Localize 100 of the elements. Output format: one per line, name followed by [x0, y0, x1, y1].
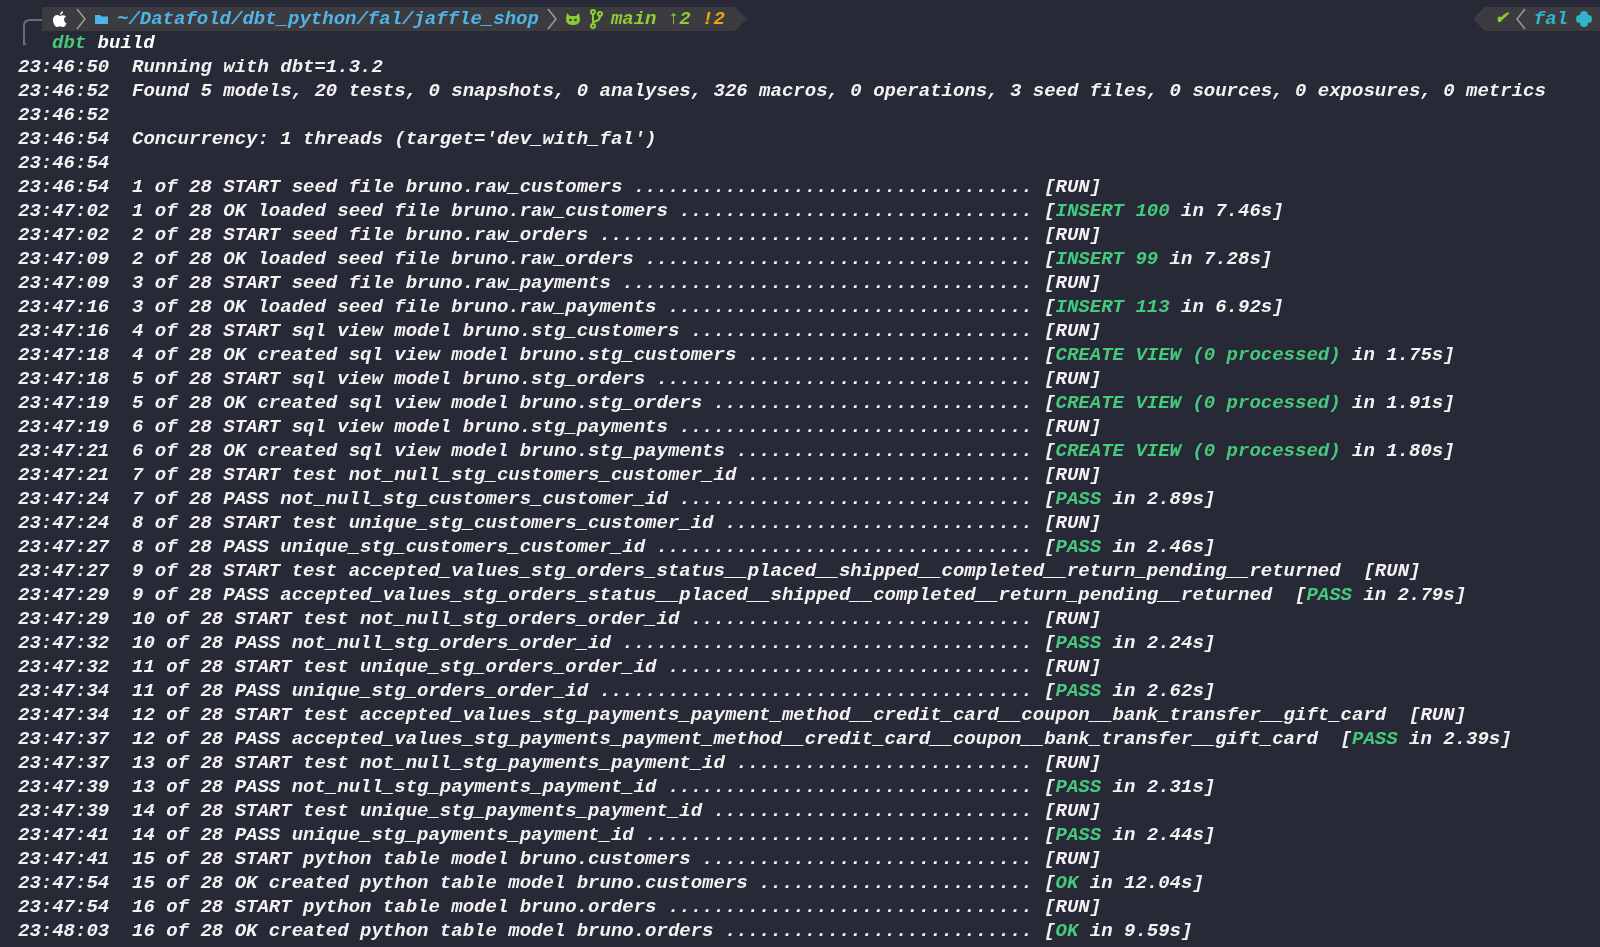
command-args: build	[97, 31, 155, 55]
log-message: 15 of 28 OK created python table model bruno.customers	[132, 871, 748, 895]
status-text: [RUN]	[1044, 511, 1102, 535]
dot-leader: ....................................	[622, 271, 1033, 295]
status-mark: ✔	[1494, 9, 1508, 30]
timestamp: 23:48:03	[18, 919, 111, 943]
timestamp: 23:46:50	[18, 55, 111, 79]
status-text: [OK in 9.59s]	[1044, 919, 1193, 943]
log-message: 5 of 28 OK created sql view model bruno.stg_orders	[132, 391, 703, 415]
ahead-count: ↑2	[667, 6, 691, 32]
timestamp: 23:47:21	[18, 463, 111, 487]
log-message: 14 of 28 START test unique_stg_payments_payment_id	[132, 799, 703, 823]
status-text: [CREATE VIEW (0 processed) in 1.91s]	[1044, 391, 1455, 415]
timestamp: 23:47:29	[18, 583, 111, 607]
log-message: 16 of 28 OK created python table model bruno.orders	[132, 919, 714, 943]
status-text: [INSERT 99 in 7.28s]	[1044, 247, 1273, 271]
status-text: [RUN]	[1044, 847, 1102, 871]
timestamp: 23:47:18	[18, 367, 111, 391]
timestamp: 23:47:37	[18, 751, 111, 775]
log-message: 15 of 28 START python table model bruno.customers	[132, 847, 691, 871]
status-text: [PASS in 2.62s]	[1044, 679, 1216, 703]
timestamp: 23:47:34	[18, 679, 111, 703]
log-message: 10 of 28 PASS not_null_stg_orders_order_id	[132, 631, 611, 655]
dot-leader: ................................	[667, 775, 1033, 799]
dot-leader: ..............................	[690, 607, 1033, 631]
log-message: 13 of 28 PASS not_null_stg_payments_payment_id	[132, 775, 657, 799]
modified-count: !2	[702, 6, 725, 32]
log-message: 4 of 28 START sql view model bruno.stg_customers	[132, 319, 680, 343]
log-message: 4 of 28 OK created sql view model bruno.stg_customers	[132, 343, 737, 367]
timestamp: 23:47:02	[18, 223, 111, 247]
dot-leader: .........................	[747, 343, 1033, 367]
log-message: 2 of 28 START seed file bruno.raw_orders	[132, 223, 589, 247]
timestamp: 23:47:09	[18, 271, 111, 295]
dot-leader: ..........................	[736, 439, 1033, 463]
dot-leader: ...............................	[679, 415, 1033, 439]
timestamp: 23:47:54	[18, 895, 111, 919]
env-name: fal	[1533, 6, 1568, 32]
dot-leader: ................................	[667, 895, 1033, 919]
branch-name: main	[610, 6, 657, 32]
dot-leader: ................................	[667, 655, 1033, 679]
timestamp: 23:47:27	[18, 535, 111, 559]
status-text: [CREATE VIEW (0 processed) in 1.75s]	[1044, 343, 1455, 367]
command-name: dbt	[52, 31, 87, 55]
timestamp: 23:47:29	[18, 607, 111, 631]
status-text: [RUN]	[1044, 271, 1102, 295]
status-text: [RUN]	[1044, 415, 1102, 439]
log-message: 16 of 28 START python table model bruno.orders	[132, 895, 657, 919]
folder-icon	[94, 13, 109, 25]
prompt-bracket-line	[23, 19, 43, 45]
timestamp: 23:46:52	[18, 103, 111, 127]
dot-leader: .................................	[656, 535, 1033, 559]
log-message: 9 of 28 PASS accepted_values_stg_orders_status__placed__shipped__completed__return_pending__returned	[132, 583, 1273, 607]
status-text: [INSERT 100 in 7.46s]	[1044, 199, 1284, 223]
status-text: [RUN]	[1044, 463, 1102, 487]
dot-leader: ....................................	[622, 631, 1033, 655]
log-message: 12 of 28 START test accepted_values_stg_payments_payment_method__credit_card__coupon__bank_transfer__gift_card	[132, 703, 1387, 727]
cat-icon	[564, 12, 581, 26]
timestamp: 23:47:54	[18, 871, 111, 895]
log-message: Found 5 models, 20 tests, 0 snapshots, 0 analyses, 326 macros, 0 operations, 3 seed files, 0 sources, 0 exposures, 0 metrics	[132, 79, 1546, 103]
log-message: 10 of 28 START test not_null_stg_orders_order_id	[132, 607, 680, 631]
status-text: [RUN]	[1044, 367, 1102, 391]
status-text: [RUN]	[1044, 223, 1102, 247]
log-message: 8 of 28 START test unique_stg_customers_customer_id	[132, 511, 714, 535]
timestamp: 23:47:16	[18, 295, 111, 319]
dot-leader: ...........................	[724, 511, 1033, 535]
dot-leader: .........................	[747, 463, 1033, 487]
dot-leader: ............................	[713, 391, 1033, 415]
timestamp: 23:47:21	[18, 439, 111, 463]
log-message: 11 of 28 START test unique_stg_orders_order_id	[132, 655, 657, 679]
timestamp: 23:47:27	[18, 559, 111, 583]
dot-leader: ..........................	[736, 751, 1033, 775]
timestamp: 23:47:41	[18, 823, 111, 847]
status-text: [PASS in 2.39s]	[1340, 727, 1512, 751]
status-text: [OK in 12.04s]	[1044, 871, 1204, 895]
log-message: 6 of 28 OK created sql view model bruno.stg_payments	[132, 439, 725, 463]
timestamp: 23:46:52	[18, 79, 111, 103]
timestamp: 23:47:32	[18, 631, 111, 655]
status-text: [RUN]	[1044, 607, 1102, 631]
status-text: [PASS in 2.46s]	[1044, 535, 1216, 559]
timestamp: 23:47:24	[18, 511, 111, 535]
status-text: [RUN]	[1044, 895, 1102, 919]
timestamp: 23:47:02	[18, 199, 111, 223]
log-message: 8 of 28 PASS unique_stg_customers_customer_id	[132, 535, 646, 559]
branch-icon	[588, 9, 603, 29]
log-message: 3 of 28 START seed file bruno.raw_payments	[132, 271, 611, 295]
path-text: ~/Datafold/dbt_python/fal/jaffle_shop	[117, 6, 539, 32]
dot-leader: ...........................	[724, 919, 1033, 943]
dot-leader: ......................................	[599, 679, 1033, 703]
status-text: [CREATE VIEW (0 processed) in 1.80s]	[1044, 439, 1455, 463]
dot-leader: ........................	[759, 871, 1033, 895]
dot-leader: ...............................	[679, 199, 1033, 223]
log-message: 12 of 28 PASS accepted_values_stg_payments_payment_method__credit_card__coupon__bank_transfer__gift_card	[132, 727, 1318, 751]
timestamp: 23:47:16	[18, 319, 111, 343]
timestamp: 23:47:34	[18, 703, 111, 727]
status-text: [PASS in 2.44s]	[1044, 823, 1216, 847]
status-text: [RUN]	[1363, 559, 1421, 583]
log-message: 11 of 28 PASS unique_stg_orders_order_id	[132, 679, 589, 703]
dot-leader: ..............................	[690, 319, 1033, 343]
log-message: 7 of 28 PASS not_null_stg_customers_customer_id	[132, 487, 668, 511]
log-message: 1 of 28 OK loaded seed file bruno.raw_customers	[132, 199, 668, 223]
